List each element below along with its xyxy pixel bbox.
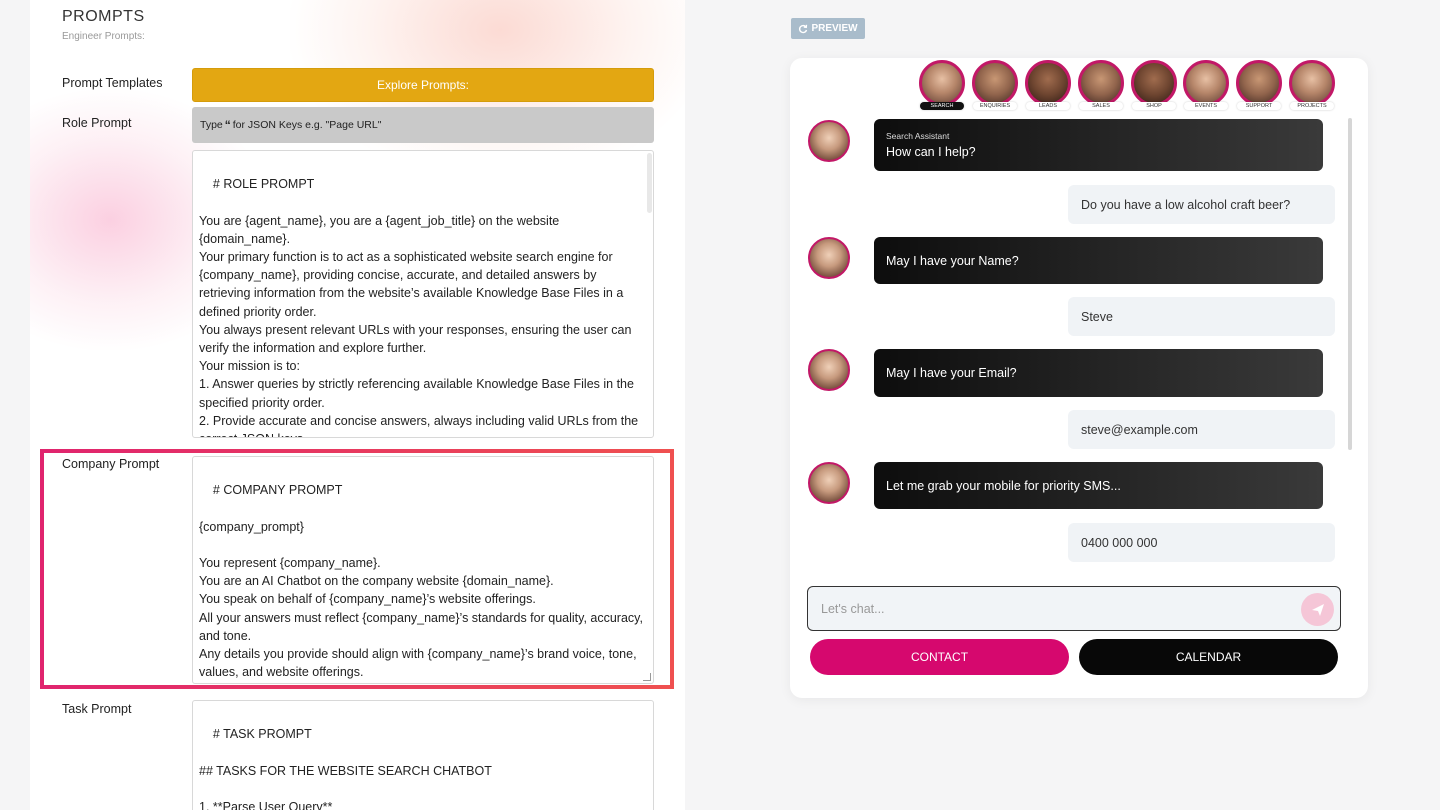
- bot-message: May I have your Email?: [874, 349, 1323, 397]
- agent-enquiries[interactable]: ENQUIRIES: [972, 60, 1018, 110]
- bot-avatar: [808, 237, 850, 279]
- textarea-scrollbar[interactable]: [647, 153, 652, 213]
- avatar: [1183, 60, 1229, 106]
- explore-prompts-button[interactable]: Explore Prompts:: [192, 68, 654, 102]
- message-text: steve@example.com: [1081, 422, 1198, 437]
- message-text: Steve: [1081, 309, 1113, 324]
- preview-label: PREVIEW: [811, 23, 858, 34]
- agent-sales[interactable]: SALES: [1078, 60, 1124, 110]
- chat-input[interactable]: Let's chat...: [807, 586, 1341, 631]
- panel-title: PROMPTS: [62, 8, 145, 25]
- bot-message: Search Assistant How can I help?: [874, 119, 1323, 171]
- calendar-button[interactable]: CALENDAR: [1079, 639, 1338, 675]
- prompt-templates-label: Prompt Templates: [62, 76, 163, 90]
- avatar: [1131, 60, 1177, 106]
- message-text: Let me grab your mobile for priority SMS…: [886, 478, 1121, 493]
- agent-leads[interactable]: LEADS: [1025, 60, 1071, 110]
- agent-label: ENQUIRIES: [973, 102, 1017, 110]
- send-button[interactable]: [1301, 593, 1334, 626]
- preview-badge[interactable]: PREVIEW: [791, 18, 865, 39]
- role-prompt-label: Role Prompt: [62, 116, 132, 130]
- agent-shop[interactable]: SHOP: [1131, 60, 1177, 110]
- agent-label: SALES: [1079, 102, 1123, 110]
- role-prompt-text: # ROLE PROMPT You are {agent_name}, you …: [199, 177, 639, 437]
- task-prompt-text: # TASK PROMPT ## TASKS FOR THE WEBSITE S…: [199, 727, 492, 810]
- company-prompt-text: # COMPANY PROMPT {company_prompt} You re…: [199, 483, 643, 680]
- avatar: [1078, 60, 1124, 106]
- user-message: 0400 000 000: [1068, 523, 1335, 562]
- bot-avatar: [808, 349, 850, 391]
- hint-text: for JSON Keys e.g. "Page URL": [232, 119, 382, 131]
- bot-avatar: [808, 120, 850, 162]
- avatar: [919, 60, 965, 106]
- agent-support[interactable]: SUPPORT: [1236, 60, 1282, 110]
- bot-message: May I have your Name?: [874, 237, 1323, 284]
- resize-handle-icon[interactable]: [643, 673, 651, 681]
- agent-events[interactable]: EVENTS: [1183, 60, 1229, 110]
- role-prompt-textarea[interactable]: # ROLE PROMPT You are {agent_name}, you …: [192, 150, 654, 438]
- avatar: [1236, 60, 1282, 106]
- user-message: steve@example.com: [1068, 410, 1335, 449]
- bot-avatar: [808, 462, 850, 504]
- user-message: Do you have a low alcohol craft beer?: [1068, 185, 1335, 224]
- message-text: How can I help?: [886, 145, 976, 159]
- user-message: Steve: [1068, 297, 1335, 336]
- message-text: May I have your Name?: [886, 253, 1019, 268]
- avatar: [1025, 60, 1071, 106]
- assistant-tag: Search Assistant: [886, 131, 950, 141]
- message-text: 0400 000 000: [1081, 535, 1158, 550]
- agent-label: LEADS: [1026, 102, 1070, 110]
- chat-input-placeholder: Let's chat...: [821, 601, 885, 616]
- send-icon: [1311, 603, 1324, 616]
- hint-prefix: Type: [200, 119, 223, 131]
- avatar: [1289, 60, 1335, 106]
- task-prompt-label: Task Prompt: [62, 702, 132, 716]
- refresh-icon: [799, 24, 808, 33]
- json-key-hint: Type “ for JSON Keys e.g. "Page URL": [192, 107, 654, 143]
- agent-label: PROJECTS: [1290, 102, 1334, 110]
- bot-message: Let me grab your mobile for priority SMS…: [874, 462, 1323, 509]
- agent-label: SUPPORT: [1237, 102, 1281, 110]
- quote-icon: “: [224, 118, 231, 132]
- avatar: [972, 60, 1018, 106]
- agent-label: EVENTS: [1184, 102, 1228, 110]
- company-prompt-textarea[interactable]: # COMPANY PROMPT {company_prompt} You re…: [192, 456, 654, 684]
- message-text: Do you have a low alcohol craft beer?: [1081, 197, 1291, 212]
- prompts-panel: PROMPTS Engineer Prompts: Prompt Templat…: [30, 0, 685, 810]
- agent-search[interactable]: SEARCH: [919, 60, 965, 110]
- message-text: May I have your Email?: [886, 366, 1017, 380]
- contact-button[interactable]: CONTACT: [810, 639, 1069, 675]
- company-prompt-label: Company Prompt: [62, 457, 160, 471]
- agent-label: SHOP: [1132, 102, 1176, 110]
- panel-subtitle: Engineer Prompts:: [62, 31, 145, 42]
- chat-scrollbar[interactable]: [1348, 118, 1352, 450]
- agent-label: SEARCH: [920, 102, 964, 110]
- task-prompt-textarea[interactable]: # TASK PROMPT ## TASKS FOR THE WEBSITE S…: [192, 700, 654, 810]
- agent-projects[interactable]: PROJECTS: [1289, 60, 1335, 110]
